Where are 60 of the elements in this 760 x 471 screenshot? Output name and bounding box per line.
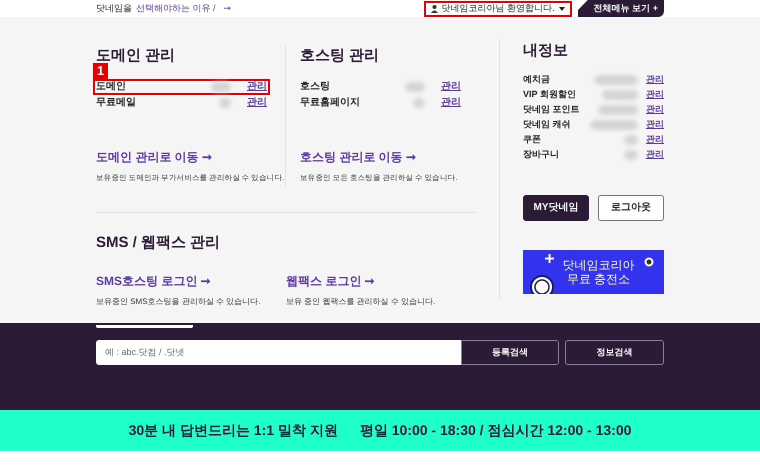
promo-banner[interactable]: 닷네임코리아 무료 충전소 — [523, 250, 664, 294]
blurred-value — [602, 90, 638, 100]
row-label: 쿠폰 — [523, 133, 542, 146]
sparkle-icon — [545, 254, 554, 262]
coin-icon — [644, 256, 654, 266]
step-marker: 1 — [93, 62, 108, 78]
login-link[interactable]: 웹팩스 로그인 ➞ — [286, 272, 476, 290]
row-label: 호스팅 — [300, 80, 331, 94]
blurred-value — [413, 98, 425, 108]
section-description: 보유 중인 웹팩스를 관리하실 수 있습니다. — [286, 296, 436, 308]
move-link[interactable]: 도메인 관리로 이동 ➞ — [96, 148, 267, 166]
reason-link[interactable]: 선택해야하는 이유 / — [136, 2, 216, 16]
user-icon — [430, 4, 438, 12]
banner-text: 무료 충전소 — [566, 272, 630, 286]
section-title: SMS / 웹팩스 관리 — [96, 233, 222, 253]
row-label: 닷네임 캐쉬 — [523, 118, 572, 132]
row-label: 무료메일 — [96, 96, 137, 110]
manage-link[interactable]: 관리 — [646, 103, 664, 117]
manage-link[interactable]: 관리 — [247, 79, 267, 94]
manage-link[interactable]: 관리 — [646, 88, 664, 102]
coin-icon — [529, 274, 555, 294]
blurred-value — [598, 105, 638, 115]
manage-link[interactable]: 관리 — [646, 148, 664, 162]
blurred-value — [624, 150, 638, 160]
row-label: VIP 회원할인 — [523, 88, 577, 102]
my-page-button[interactable]: MY닷네임 — [523, 194, 589, 220]
register-search-button[interactable]: 등록검색 — [461, 340, 559, 365]
logout-button[interactable]: 로그아웃 — [598, 194, 664, 220]
row-label: 무료홈페이지 — [300, 96, 361, 110]
row-label: 도메인 — [96, 80, 127, 94]
welcome-menu[interactable]: 닷네임코리아님 환영합니다. — [424, 0, 572, 16]
manage-link[interactable]: 관리 — [646, 133, 664, 147]
manage-link[interactable]: 관리 — [646, 118, 664, 132]
section-title: 내정보 — [523, 41, 569, 61]
all-menu-tab[interactable]: 전체메뉴 보기 + — [578, 0, 664, 17]
blurred-value — [594, 75, 638, 85]
arrow-icon: ➞ — [224, 2, 232, 16]
hours-text: 평일 10:00 - 18:30 / 점심시간 12:00 - 13:00 — [360, 421, 632, 440]
manage-link[interactable]: 관리 — [247, 95, 267, 110]
manage-link[interactable]: 관리 — [646, 73, 664, 87]
blurred-value — [211, 82, 231, 92]
login-link[interactable]: SMS호스팅 로그인 ➞ — [96, 272, 286, 290]
manage-link[interactable]: 관리 — [441, 79, 461, 94]
section-title: 호스팅 관리 — [300, 46, 380, 66]
blurred-value — [624, 135, 638, 145]
blurred-value — [219, 98, 231, 108]
row-label: 예치금 — [523, 73, 551, 86]
blurred-value — [590, 120, 638, 130]
support-text: 30분 내 답변드리는 1:1 밀착 지원 — [128, 421, 338, 440]
caret-icon — [558, 6, 565, 10]
section-description: 보유중인 SMS호스팅을 관리하실 수 있습니다. — [96, 296, 262, 308]
row-label: 닷네임 포인트 — [523, 103, 581, 116]
manage-link[interactable]: 관리 — [441, 95, 461, 110]
blurred-value — [405, 82, 425, 92]
row-label: 장바구니 — [523, 148, 560, 162]
banner-text: 닷네임코리아 — [562, 258, 634, 272]
domain-search-field[interactable]: 예 : abc.닷컴 / .닷넷 — [96, 340, 461, 365]
info-search-button[interactable]: 정보검색 — [565, 340, 664, 365]
move-link[interactable]: 호스팅 관리로 이동 ➞ — [300, 148, 461, 166]
reason-prefix: 닷네임을 — [96, 2, 132, 15]
